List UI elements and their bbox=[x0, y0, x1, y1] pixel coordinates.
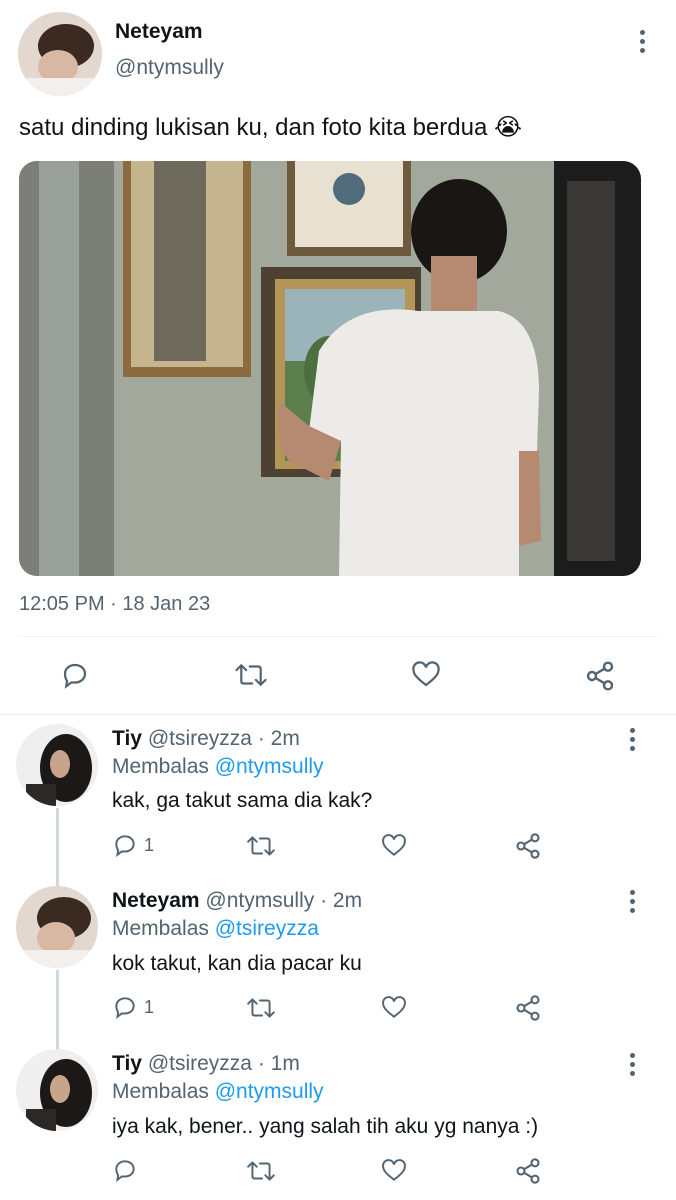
like-button[interactable] bbox=[380, 1158, 408, 1184]
retweet-button[interactable] bbox=[246, 995, 276, 1021]
reply-button[interactable]: 1 bbox=[112, 832, 154, 858]
replying-to: Membalas @tsireyzza bbox=[112, 917, 319, 941]
share-icon bbox=[516, 1158, 540, 1184]
divider bbox=[19, 636, 657, 637]
more-options-icon[interactable] bbox=[620, 886, 644, 916]
share-icon bbox=[516, 833, 540, 859]
reply-time: · 2m bbox=[320, 889, 363, 912]
share-button[interactable] bbox=[584, 660, 616, 692]
reply-handle[interactable]: @tsireyzza bbox=[148, 727, 252, 750]
reply-name[interactable]: Neteyam bbox=[112, 889, 200, 912]
reply-avatar[interactable] bbox=[16, 886, 98, 968]
more-options-icon[interactable] bbox=[630, 26, 654, 56]
retweet-icon bbox=[247, 836, 275, 856]
reply-time: · 2m bbox=[257, 727, 300, 750]
reply-name[interactable]: Tiy bbox=[112, 727, 142, 750]
tweet-timestamp[interactable]: 12:05 PM · 18 Jan 23 bbox=[19, 593, 210, 616]
like-icon bbox=[382, 834, 406, 856]
reply-name[interactable]: Tiy bbox=[112, 1052, 142, 1075]
reply-icon bbox=[115, 835, 135, 857]
reply-header: Tiy @tsireyzza · 2m bbox=[112, 727, 300, 751]
like-button[interactable] bbox=[380, 995, 408, 1021]
replying-to-link[interactable]: @tsireyzza bbox=[215, 917, 319, 940]
reply-icon bbox=[115, 1160, 135, 1182]
author-avatar[interactable] bbox=[18, 12, 102, 96]
reply-count: 1 bbox=[144, 996, 155, 1017]
reply-text: kak, ga takut sama dia kak? bbox=[112, 789, 373, 812]
reply-icon bbox=[115, 997, 135, 1019]
retweet-icon bbox=[247, 1161, 275, 1181]
share-icon bbox=[586, 661, 614, 691]
replying-to: Membalas @ntymsully bbox=[112, 1080, 324, 1104]
retweet-button[interactable] bbox=[234, 660, 268, 690]
reply-text: kok takut, kan dia pacar ku bbox=[112, 952, 362, 975]
retweet-button[interactable] bbox=[246, 833, 276, 859]
like-button[interactable] bbox=[380, 833, 408, 859]
share-button[interactable] bbox=[514, 1157, 542, 1185]
author-handle[interactable]: @ntymsully bbox=[115, 56, 224, 80]
reply-button[interactable] bbox=[60, 660, 90, 690]
tweet-body: satu dinding lukisan ku, dan foto kita b… bbox=[19, 114, 488, 141]
reply-header: Tiy @tsireyzza · 1m bbox=[112, 1052, 300, 1076]
reply-count: 1 bbox=[144, 834, 155, 855]
retweet-button[interactable] bbox=[246, 1158, 276, 1184]
reply-text: iya kak, bener.. yang salah tih aku yg n… bbox=[112, 1115, 539, 1138]
crying-emoji: 😭 bbox=[494, 114, 523, 141]
like-icon bbox=[382, 1159, 406, 1181]
replying-to-link[interactable]: @ntymsully bbox=[215, 755, 324, 778]
more-options-icon[interactable] bbox=[620, 1049, 644, 1079]
retweet-icon bbox=[247, 998, 275, 1018]
like-icon bbox=[412, 661, 440, 687]
tweet-photo[interactable] bbox=[19, 161, 641, 576]
replying-to-link[interactable]: @ntymsully bbox=[215, 1080, 324, 1103]
more-options-icon[interactable] bbox=[620, 724, 644, 754]
reply-handle[interactable]: @tsireyzza bbox=[148, 1052, 252, 1075]
divider bbox=[0, 714, 676, 715]
like-icon bbox=[382, 996, 406, 1018]
share-button[interactable] bbox=[514, 832, 542, 860]
thread-line bbox=[56, 970, 59, 1050]
reply-button[interactable]: 1 bbox=[112, 994, 154, 1020]
share-button[interactable] bbox=[514, 994, 542, 1022]
share-icon bbox=[516, 995, 540, 1021]
reply-icon bbox=[63, 663, 87, 689]
replying-to: Membalas @ntymsully bbox=[112, 755, 324, 779]
retweet-icon bbox=[235, 664, 267, 686]
replying-label: Membalas bbox=[112, 755, 209, 778]
reply-avatar[interactable] bbox=[16, 1049, 98, 1131]
reply-avatar[interactable] bbox=[16, 724, 98, 806]
like-button[interactable] bbox=[410, 660, 442, 690]
thread-line bbox=[56, 808, 59, 888]
replying-label: Membalas bbox=[112, 917, 209, 940]
tweet-text: satu dinding lukisan ku, dan foto kita b… bbox=[19, 113, 522, 142]
reply-header: Neteyam @ntymsully · 2m bbox=[112, 889, 362, 913]
reply-handle[interactable]: @ntymsully bbox=[205, 889, 314, 912]
author-name[interactable]: Neteyam bbox=[115, 20, 203, 44]
reply-time: · 1m bbox=[257, 1052, 300, 1075]
replying-label: Membalas bbox=[112, 1080, 209, 1103]
reply-button[interactable] bbox=[112, 1157, 138, 1183]
